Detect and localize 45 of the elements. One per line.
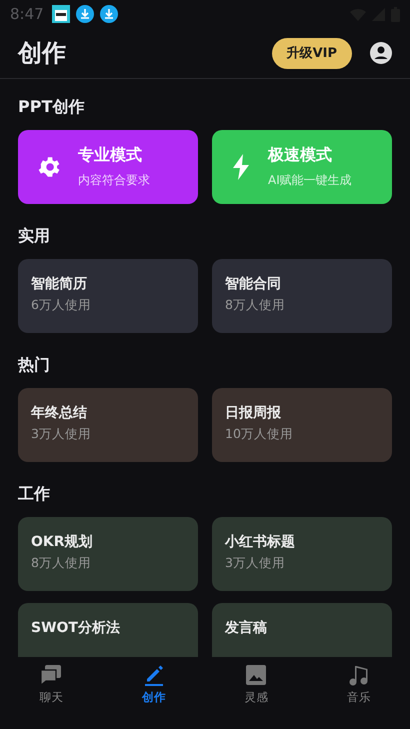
usage-count: 3万人使用 bbox=[31, 426, 92, 443]
card-title: 智能合同 bbox=[225, 275, 282, 293]
card-title: 发言稿 bbox=[225, 619, 268, 637]
lightning-icon bbox=[230, 153, 252, 181]
nav-tab[interactable]: 灵感 bbox=[205, 663, 308, 707]
nav-tab[interactable]: 音乐 bbox=[308, 663, 410, 707]
download-icon bbox=[76, 5, 94, 23]
template-card[interactable]: 智能简历 6万人使用 bbox=[18, 259, 198, 333]
usage-count: 8万人使用 bbox=[31, 555, 92, 572]
section-title: 实用 bbox=[18, 226, 51, 247]
template-card[interactable]: 小红书标题 3万人使用 bbox=[212, 517, 392, 591]
section-title: 工作 bbox=[18, 484, 51, 505]
usage-count: 3万人使用 bbox=[225, 555, 286, 572]
card-title: 小红书标题 bbox=[225, 533, 296, 551]
section-title: PPT创作 bbox=[18, 97, 86, 118]
image-icon bbox=[244, 663, 268, 687]
mode-subtitle: 内容符合要求 bbox=[78, 172, 150, 189]
download-icon bbox=[100, 5, 118, 23]
template-card[interactable]: 发言稿 bbox=[212, 603, 392, 657]
section-title: 热门 bbox=[18, 355, 51, 376]
template-card[interactable]: 年终总结 3万人使用 bbox=[18, 388, 198, 462]
account-icon[interactable] bbox=[370, 42, 392, 64]
card-title: OKR规划 bbox=[31, 533, 94, 551]
usage-count: 8万人使用 bbox=[225, 297, 286, 314]
mode-title: 极速模式 bbox=[268, 145, 333, 166]
template-card[interactable]: SWOT分析法 bbox=[18, 603, 198, 657]
card-title: 年终总结 bbox=[31, 404, 88, 422]
mode-title: 专业模式 bbox=[78, 145, 143, 166]
upgrade-vip-button[interactable]: 升级VIP bbox=[272, 38, 352, 68]
template-card[interactable]: 日报周报 10万人使用 bbox=[212, 388, 392, 462]
card-title: 日报周报 bbox=[225, 404, 282, 422]
page-title: 创作 bbox=[18, 38, 67, 69]
usage-count: 6万人使用 bbox=[31, 297, 92, 314]
card-title: 智能简历 bbox=[31, 275, 88, 293]
mode-subtitle: AI赋能一键生成 bbox=[268, 172, 352, 189]
status-time: 8:47 bbox=[10, 5, 44, 23]
nav-tab[interactable]: 创作 bbox=[102, 663, 205, 707]
app-icon bbox=[52, 5, 70, 23]
mode-card[interactable]: 专业模式 内容符合要求 bbox=[18, 130, 198, 204]
usage-count: 10万人使用 bbox=[225, 426, 294, 443]
template-card[interactable]: 智能合同 8万人使用 bbox=[212, 259, 392, 333]
nav-tab[interactable]: 聊天 bbox=[0, 663, 102, 707]
card-title: SWOT分析法 bbox=[31, 619, 121, 637]
chat-icon bbox=[39, 663, 64, 687]
template-card[interactable]: OKR规划 8万人使用 bbox=[18, 517, 198, 591]
